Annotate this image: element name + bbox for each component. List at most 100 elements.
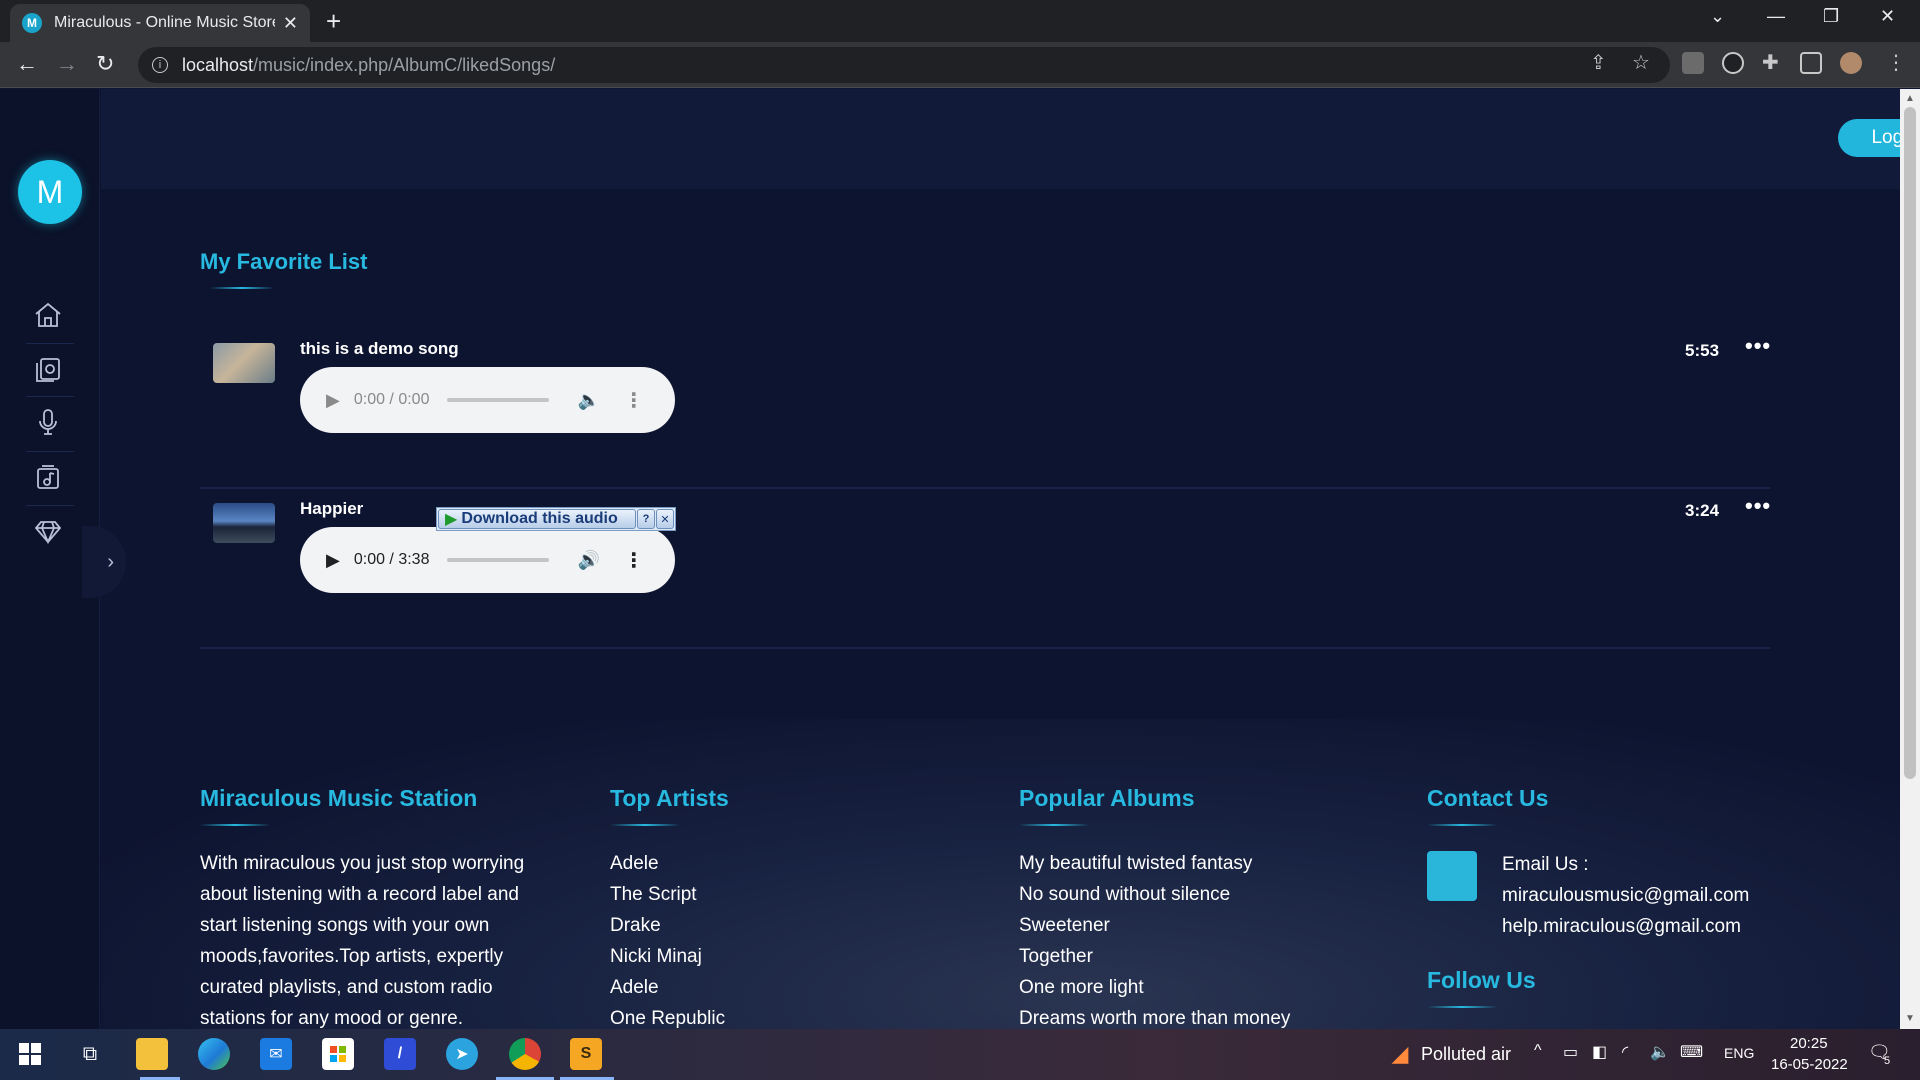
volume-icon[interactable]: 🔈 bbox=[577, 390, 599, 411]
footer-top-artists: Top Artists Adele The Script Drake Nicki… bbox=[610, 785, 910, 1029]
scroll-up-icon[interactable]: ▲ bbox=[1905, 93, 1915, 104]
artist-link[interactable]: Adele bbox=[610, 972, 910, 1003]
profile-avatar[interactable] bbox=[1840, 52, 1862, 74]
footer-contact-heading: Contact Us bbox=[1427, 785, 1549, 811]
download-audio-button[interactable]: ▶ Download this audio bbox=[438, 509, 636, 529]
footer-underline bbox=[610, 824, 680, 826]
song-thumbnail[interactable] bbox=[213, 503, 275, 543]
close-icon[interactable]: ✕ bbox=[656, 509, 674, 529]
page: M › Logout My Favorite List this is a de… bbox=[0, 89, 1900, 1029]
diamond-icon[interactable] bbox=[30, 513, 66, 549]
footer-follow: Follow Us bbox=[1427, 967, 1536, 1008]
bookmark-star-icon[interactable]: ☆ bbox=[1632, 50, 1650, 75]
tab-search-icon[interactable]: ⌄ bbox=[1710, 6, 1725, 27]
footer-underline bbox=[1427, 824, 1497, 826]
album-link[interactable]: Dreams worth more than money bbox=[1019, 1003, 1359, 1029]
new-tab-icon[interactable]: + bbox=[326, 8, 341, 34]
artist-link[interactable]: Drake bbox=[610, 910, 910, 941]
camera-icon[interactable]: ◧ bbox=[1592, 1042, 1607, 1062]
sublime-text-icon[interactable]: S bbox=[570, 1038, 602, 1070]
logout-button[interactable]: Logout bbox=[1838, 119, 1900, 157]
play-icon[interactable]: ▶ bbox=[326, 550, 340, 571]
keyboard-icon[interactable]: ⌨ bbox=[1680, 1042, 1703, 1062]
weather-icon[interactable]: ◢ bbox=[1384, 1038, 1416, 1070]
mail-icon[interactable]: ✉ bbox=[260, 1038, 292, 1070]
download-audio-bar: ▶ Download this audio ? ✕ bbox=[436, 507, 676, 531]
volume-icon[interactable]: 🔊 bbox=[577, 550, 599, 571]
share-icon[interactable]: ⇪ bbox=[1590, 50, 1607, 75]
site-info-icon[interactable]: i bbox=[152, 57, 168, 73]
footer-underline bbox=[1019, 824, 1089, 826]
help-icon[interactable]: ? bbox=[637, 509, 655, 529]
url-host: localhost bbox=[182, 54, 254, 75]
progress-slider[interactable] bbox=[447, 558, 550, 562]
albums-icon[interactable] bbox=[30, 351, 66, 387]
audio-player[interactable]: ▶ 0:00 / 3:38 🔊 ⋮ bbox=[300, 527, 675, 593]
album-link[interactable]: My beautiful twisted fantasy bbox=[1019, 848, 1359, 879]
site-logo[interactable]: M bbox=[18, 160, 82, 224]
artist-link[interactable]: The Script bbox=[610, 879, 910, 910]
browser-menu-icon[interactable]: ⋮ bbox=[1886, 50, 1906, 75]
song-title[interactable]: Happier bbox=[300, 499, 363, 519]
album-link[interactable]: No sound without silence bbox=[1019, 879, 1359, 910]
sidebar-expand-toggle[interactable]: › bbox=[82, 526, 126, 598]
battery-icon[interactable]: ▭ bbox=[1563, 1042, 1578, 1062]
side-panel-icon[interactable] bbox=[1800, 52, 1822, 74]
clock-time[interactable]: 20:25 bbox=[1790, 1035, 1828, 1052]
file-explorer-icon[interactable] bbox=[136, 1038, 168, 1070]
progress-slider[interactable] bbox=[447, 398, 550, 402]
email-link[interactable]: help.miraculous@gmail.com bbox=[1502, 911, 1749, 942]
album-link[interactable]: Together bbox=[1019, 941, 1359, 972]
microsoft-store-icon[interactable] bbox=[322, 1038, 354, 1070]
song-options-icon[interactable]: ••• bbox=[1745, 493, 1771, 519]
speaker-icon[interactable]: 🔈 bbox=[1650, 1042, 1670, 1062]
album-link[interactable]: One more light bbox=[1019, 972, 1359, 1003]
chrome-icon[interactable] bbox=[509, 1038, 541, 1070]
clock-date[interactable]: 16-05-2022 bbox=[1771, 1056, 1848, 1073]
language-indicator[interactable]: ENG bbox=[1724, 1045, 1754, 1061]
wifi-icon[interactable]: ◜ bbox=[1622, 1042, 1628, 1062]
back-icon[interactable]: ← bbox=[16, 52, 38, 76]
close-window-icon[interactable]: ✕ bbox=[1880, 6, 1895, 27]
restore-icon[interactable]: ❐ bbox=[1823, 6, 1839, 27]
artist-link[interactable]: Nicki Minaj bbox=[610, 941, 910, 972]
microphone-icon[interactable] bbox=[30, 404, 66, 440]
song-options-icon[interactable]: ••• bbox=[1745, 333, 1771, 359]
forward-icon[interactable]: → bbox=[56, 52, 78, 76]
address-bar[interactable]: i localhost/music/index.php/AlbumC/liked… bbox=[138, 47, 1670, 83]
player-more-icon[interactable]: ⋮ bbox=[624, 548, 644, 573]
browser-tab[interactable]: M Miraculous - Online Music Store ✕ bbox=[10, 4, 310, 42]
email-link[interactable]: miraculousmusic@gmail.com bbox=[1502, 880, 1749, 911]
play-icon[interactable]: ▶ bbox=[326, 390, 340, 411]
task-view-icon[interactable]: ⧉ bbox=[74, 1038, 106, 1070]
album-link[interactable]: Sweetener bbox=[1019, 910, 1359, 941]
artist-link[interactable]: One Republic bbox=[610, 1003, 910, 1029]
editor-app-icon[interactable]: / bbox=[384, 1038, 416, 1070]
edge-browser-icon[interactable] bbox=[198, 1038, 230, 1070]
extensions-puzzle-icon[interactable]: ✚ bbox=[1762, 50, 1779, 75]
tab-title: Miraculous - Online Music Store bbox=[54, 14, 275, 31]
home-icon[interactable] bbox=[30, 297, 66, 333]
song-title[interactable]: this is a demo song bbox=[300, 339, 459, 359]
close-tab-icon[interactable]: ✕ bbox=[283, 13, 298, 34]
telegram-icon[interactable]: ➤ bbox=[446, 1038, 478, 1070]
reload-icon[interactable]: ↻ bbox=[96, 52, 114, 76]
email-label: Email Us : bbox=[1502, 854, 1589, 875]
footer-albums-heading: Popular Albums bbox=[1019, 785, 1195, 811]
minimize-icon[interactable]: — bbox=[1767, 6, 1785, 27]
page-scrollbar[interactable]: ▲ ▼ bbox=[1900, 89, 1920, 1029]
extension-icon[interactable] bbox=[1722, 52, 1744, 74]
scrollbar-thumb[interactable] bbox=[1904, 107, 1916, 779]
music-note-icon[interactable] bbox=[30, 459, 66, 495]
audio-player[interactable]: ▶ 0:00 / 0:00 🔈 ⋮ bbox=[300, 367, 675, 433]
song-thumbnail[interactable] bbox=[213, 343, 275, 383]
artists-list: Adele The Script Drake Nicki Minaj Adele… bbox=[610, 848, 910, 1029]
scroll-down-icon[interactable]: ▼ bbox=[1905, 1013, 1915, 1024]
weather-status[interactable]: Polluted air bbox=[1421, 1044, 1511, 1065]
player-more-icon[interactable]: ⋮ bbox=[624, 388, 644, 413]
artist-link[interactable]: Adele bbox=[610, 848, 910, 879]
show-hidden-icons-icon[interactable]: ^ bbox=[1534, 1042, 1542, 1060]
sidebar-divider bbox=[26, 396, 74, 397]
windows-start-icon[interactable] bbox=[14, 1038, 46, 1070]
extension-icon[interactable] bbox=[1682, 52, 1704, 74]
